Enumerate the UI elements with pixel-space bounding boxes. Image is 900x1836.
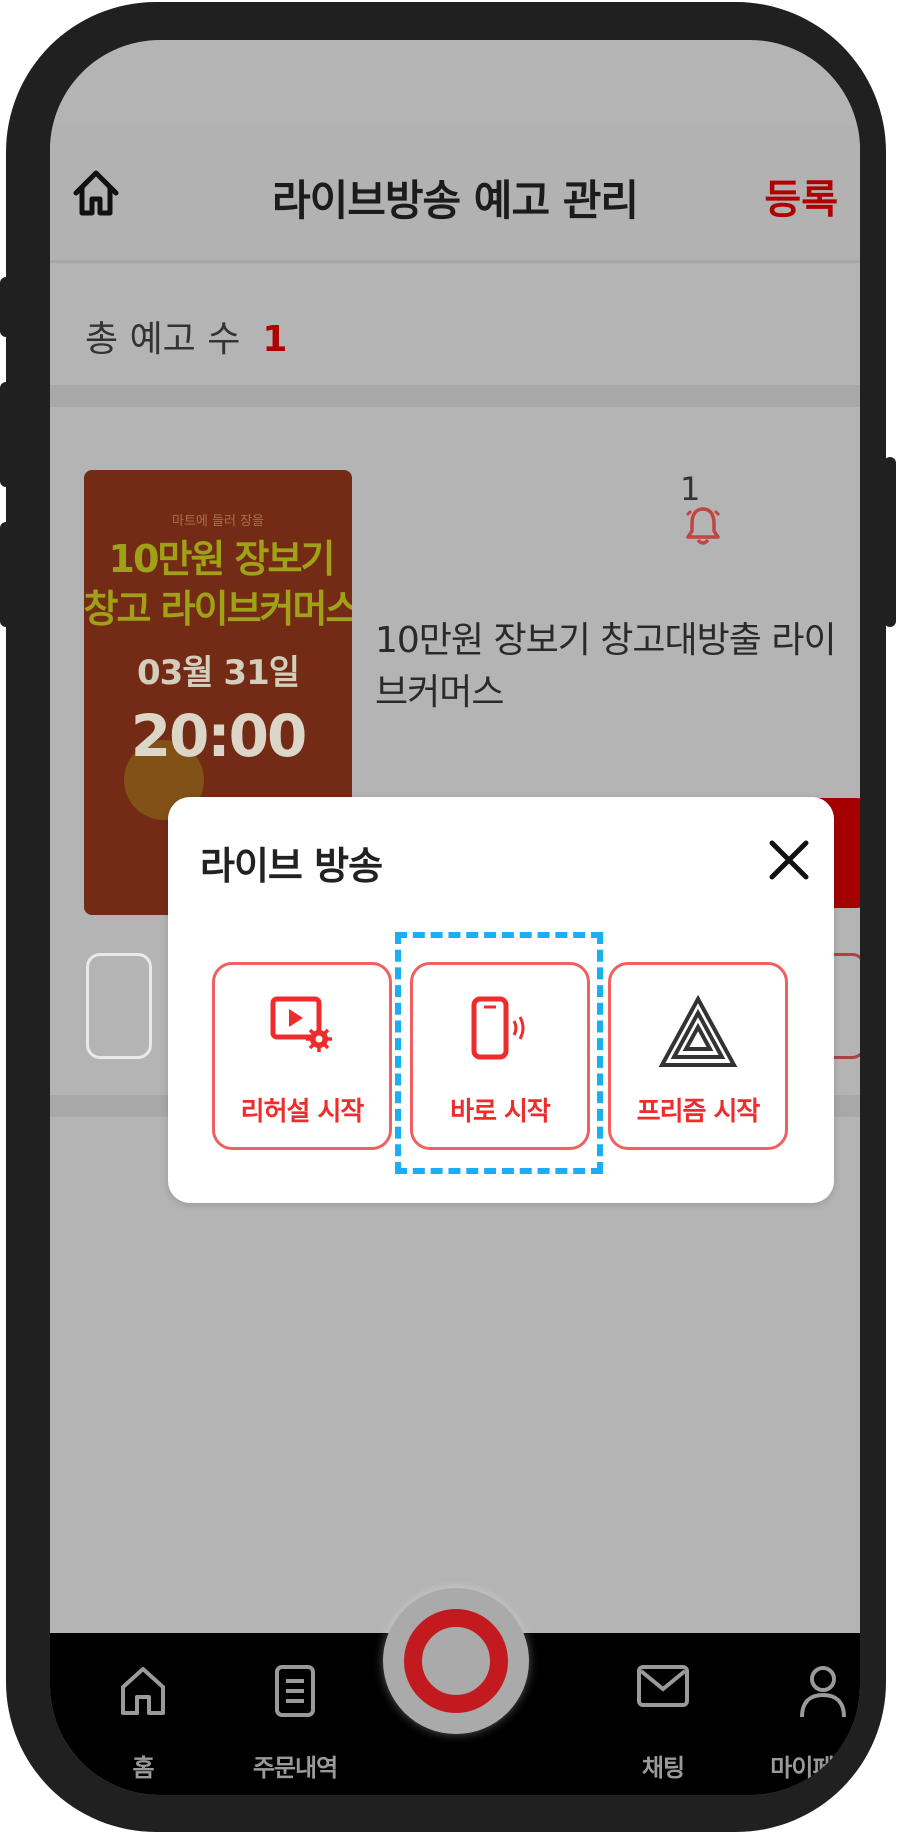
total-count-value: 1 (262, 319, 288, 360)
phone-frame: 라이브방송 예고 관리 등록 총 예고 수 1 마트에 들러 장을 10만원 장보… (0, 2, 896, 1832)
close-icon[interactable] (766, 837, 812, 883)
nav-label: 마이페이지 (770, 1754, 860, 1782)
live-broadcast-modal: 라이브 방송 리허설 시작 바로 시작 프리즘 시작 (168, 797, 834, 1203)
total-count-label: 총 예고 수 (85, 319, 241, 360)
thumbnail-headline-1: 10만원 장보기 (108, 537, 336, 581)
rehearsal-video-gear-icon (270, 996, 332, 1052)
order-list-icon (275, 1665, 315, 1717)
modal-title: 라이브 방송 (200, 844, 383, 888)
live-broadcast-button[interactable] (404, 1609, 508, 1713)
live-fab-ring (383, 1588, 529, 1734)
side-button (0, 382, 12, 487)
screen: 라이브방송 예고 관리 등록 총 예고 수 1 마트에 들러 장을 10만원 장보… (50, 40, 860, 1795)
mail-icon (637, 1665, 689, 1707)
broadcast-title: 10만원 장보기 창고대방출 라이브커머스 (375, 620, 837, 713)
card-outline-button[interactable] (86, 953, 152, 1059)
nav-item-home[interactable]: 홈 (88, 1633, 198, 1783)
total-count-row: 총 예고 수 1 (85, 310, 287, 362)
side-button (0, 277, 12, 337)
home-icon (121, 1667, 165, 1715)
side-button (0, 522, 12, 627)
bell-icon (685, 507, 721, 545)
page-title: 라이브방송 예고 관리 (271, 176, 639, 225)
person-icon (800, 1666, 846, 1718)
nav-item-chat[interactable]: 채팅 (608, 1633, 718, 1783)
thumbnail-time: 20:00 (130, 702, 308, 770)
option-label: 프리즘 시작 (636, 1097, 761, 1127)
header-bar: 라이브방송 예고 관리 등록 (50, 125, 860, 263)
thumbnail-headline-2: 창고 라이브커머스 (84, 587, 352, 631)
nav-label: 주문내역 (252, 1754, 338, 1782)
option-label: 리허설 시작 (240, 1097, 365, 1127)
section-divider (50, 385, 860, 407)
rehearsal-start-button[interactable]: 리허설 시작 (212, 962, 392, 1150)
highlight-focus-box (395, 932, 603, 1174)
thumbnail-caption: 마트에 들러 장을 (172, 514, 264, 529)
nav-item-orders[interactable]: 주문내역 (240, 1633, 350, 1783)
register-button[interactable]: 등록 (764, 167, 838, 225)
nav-label: 홈 (132, 1754, 154, 1782)
nav-item-mypage[interactable]: 마이페이지 (768, 1633, 860, 1783)
side-button (884, 457, 896, 627)
notify-count: 1 (680, 470, 701, 508)
thumbnail-date: 03월 31일 (136, 653, 300, 693)
prism-triangle-icon (658, 995, 738, 1067)
prism-start-button[interactable]: 프리즘 시작 (608, 962, 788, 1150)
nav-label: 채팅 (641, 1754, 685, 1782)
